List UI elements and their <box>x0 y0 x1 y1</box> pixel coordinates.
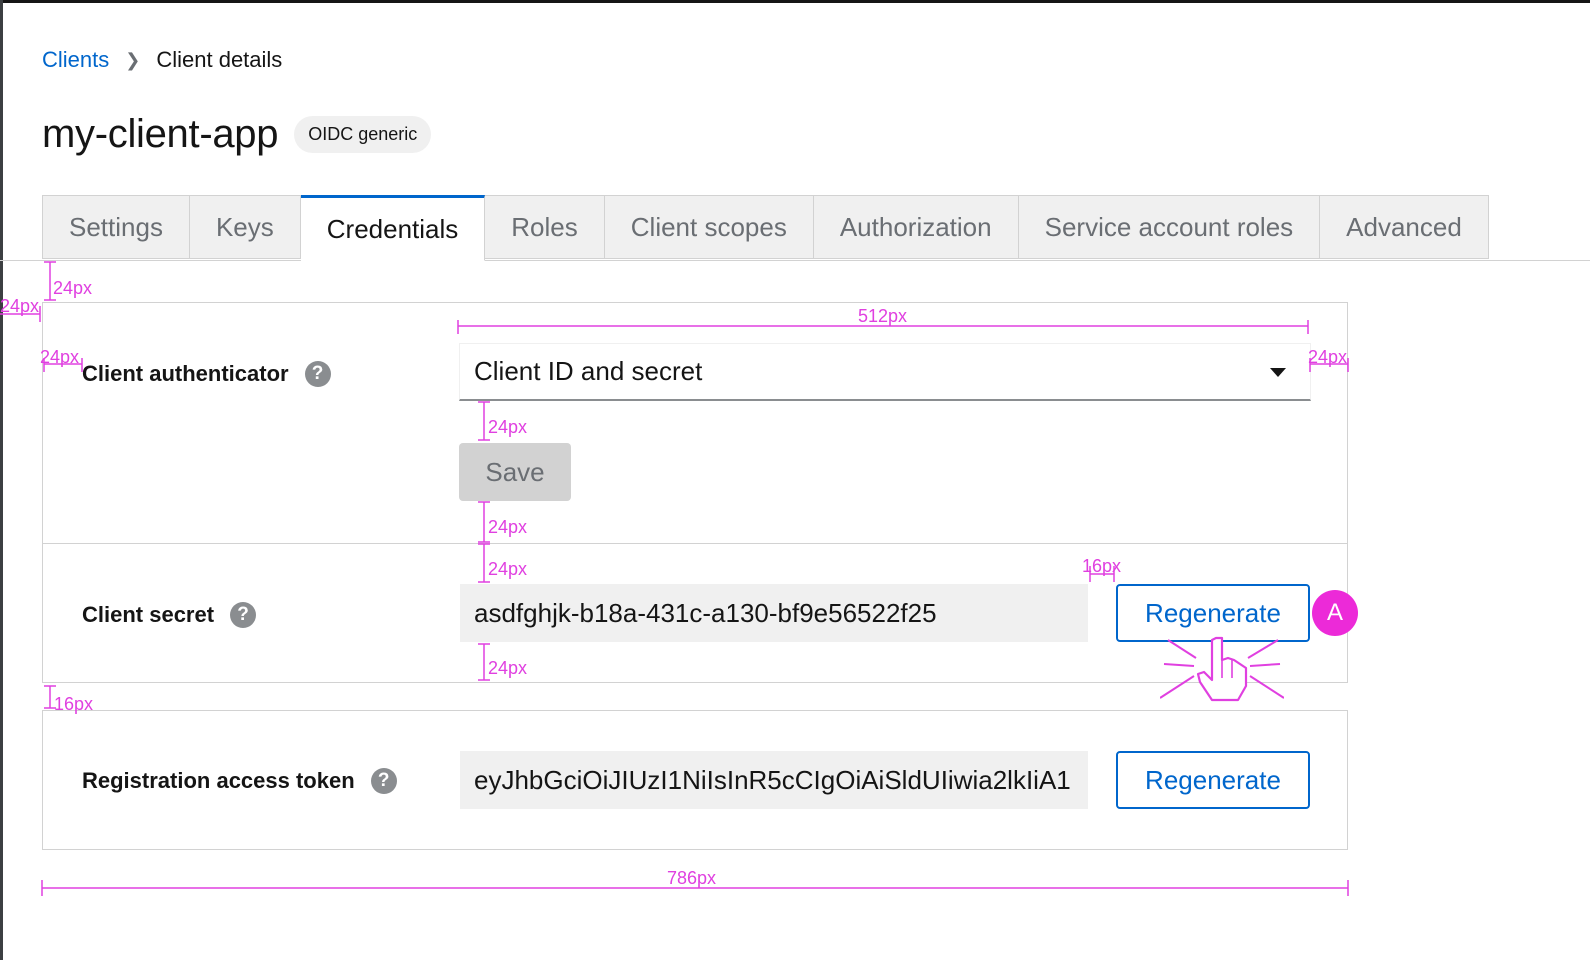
help-icon[interactable]: ? <box>230 602 257 628</box>
client-type-badge: OIDC generic <box>294 115 432 153</box>
card-divider <box>43 543 1347 544</box>
title-row: my-client-app OIDC generic <box>42 106 432 162</box>
save-button[interactable]: Save <box>459 443 571 501</box>
regenerate-token-button[interactable]: Regenerate <box>1116 751 1310 809</box>
tab-service-account-roles[interactable]: Service account roles <box>1018 195 1321 259</box>
client-secret-label: Client secret ? <box>82 600 257 630</box>
registration-token-label: Registration access token ? <box>82 766 397 796</box>
spacing-label: 24px <box>53 278 92 298</box>
registration-token-label-text: Registration access token <box>82 768 355 793</box>
tab-bar: Settings Keys Credentials Roles Client s… <box>42 195 1489 261</box>
breadcrumb-clients-link[interactable]: Clients <box>42 47 109 73</box>
annotation-marker-a: A <box>1312 590 1358 636</box>
breadcrumb-current: Client details <box>156 47 283 72</box>
client-authenticator-value: Client ID and secret <box>474 356 703 386</box>
registration-token-card: Registration access token ? eyJhbGciOiJI… <box>42 710 1348 850</box>
tab-credentials[interactable]: Credentials <box>300 195 486 261</box>
tab-advanced[interactable]: Advanced <box>1320 195 1489 259</box>
client-authenticator-label: Client authenticator ? <box>82 359 331 389</box>
client-authenticator-select[interactable]: Client ID and secret <box>459 343 1311 401</box>
tab-settings[interactable]: Settings <box>42 195 190 259</box>
breadcrumb: Clients ❯ Client details <box>42 44 282 76</box>
help-icon[interactable]: ? <box>304 361 331 387</box>
tab-client-scopes[interactable]: Client scopes <box>604 195 814 259</box>
credentials-card: Client authenticator ? Client ID and sec… <box>42 302 1348 683</box>
spacing-label: 786px <box>667 868 716 888</box>
spacing-label: 24px <box>0 296 39 316</box>
tab-keys[interactable]: Keys <box>189 195 301 259</box>
chevron-right-icon: ❯ <box>125 49 141 70</box>
registration-token-field[interactable]: eyJhbGciOiJIUzI1NiIsInR5cCIgOiAiSldUIiwi… <box>460 751 1088 809</box>
client-secret-field[interactable]: asdfghjk-b18a-431c-a130-bf9e56522f25 <box>460 584 1088 642</box>
left-edge <box>0 0 3 960</box>
click-cursor-icon <box>1160 636 1284 702</box>
caret-down-icon <box>1270 368 1286 377</box>
top-bar <box>0 0 1590 3</box>
page-title: my-client-app <box>42 111 279 156</box>
client-secret-label-text: Client secret <box>82 602 215 627</box>
client-authenticator-label-text: Client authenticator <box>82 361 289 386</box>
tab-authorization[interactable]: Authorization <box>813 195 1019 259</box>
tab-roles[interactable]: Roles <box>485 195 605 259</box>
help-icon[interactable]: ? <box>370 768 397 794</box>
